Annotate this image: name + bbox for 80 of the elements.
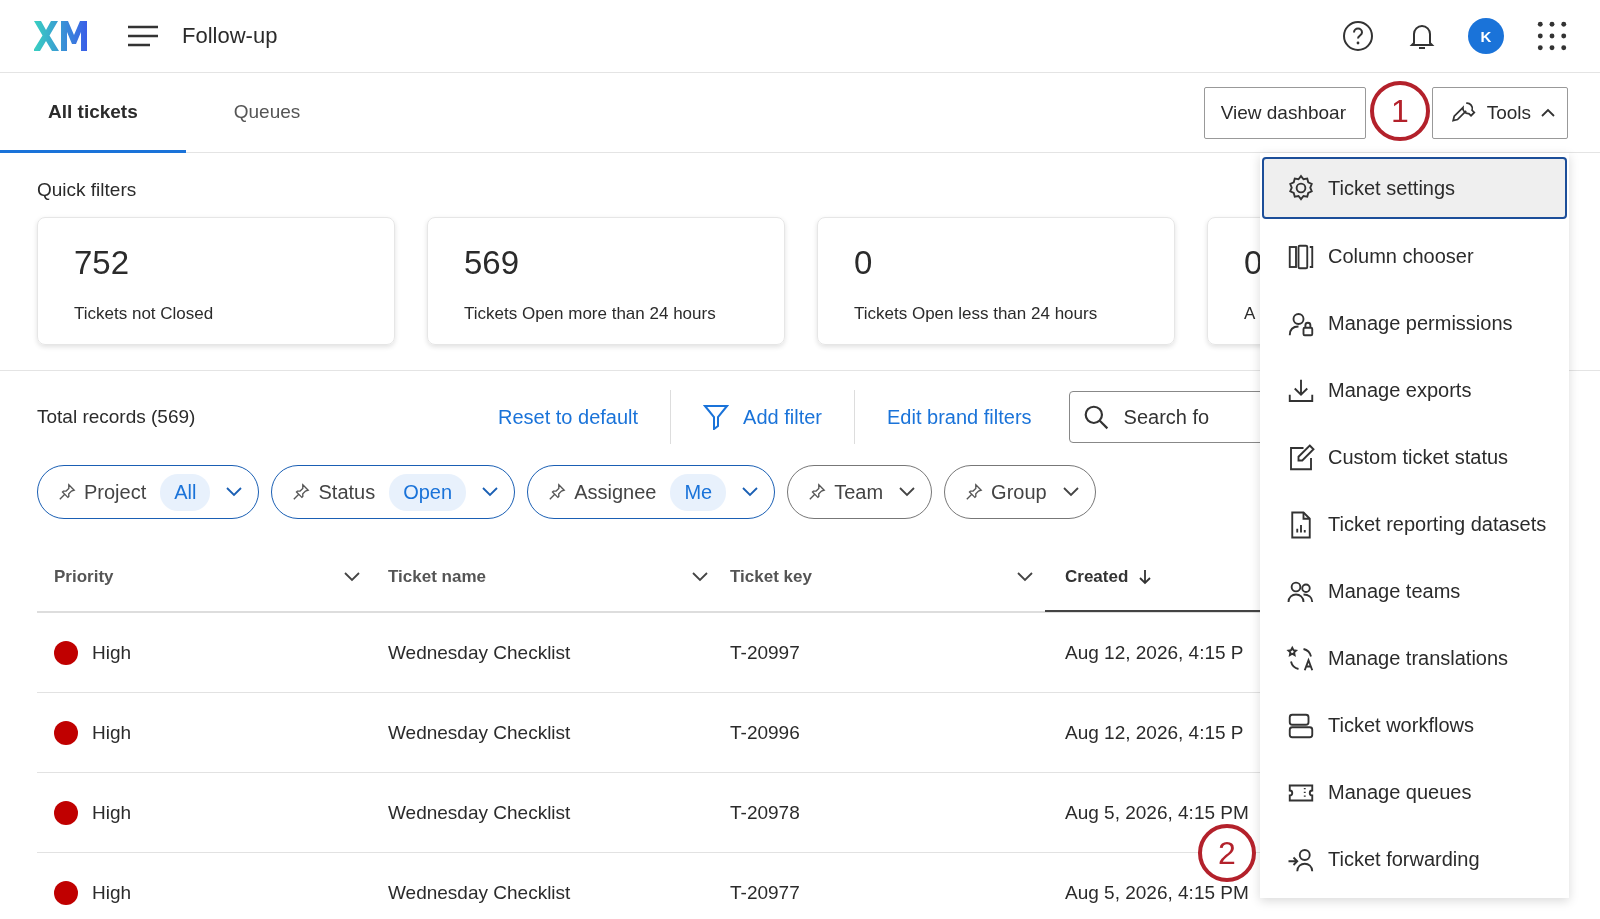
card-count: 0 xyxy=(854,244,873,282)
help-icon[interactable] xyxy=(1342,20,1374,52)
table-cell: Aug 12, 2026, 4:15 P xyxy=(1065,721,1244,744)
tab[interactable]: All tickets xyxy=(0,73,186,153)
table-cell: T-20996 xyxy=(730,721,800,744)
filter-value: Open xyxy=(389,473,467,511)
pin-icon xyxy=(548,483,567,501)
step-marker: 2 xyxy=(1198,824,1256,882)
apps-grid-icon[interactable] xyxy=(1536,20,1568,52)
tools-button[interactable]: Tools xyxy=(1431,86,1568,139)
filter-card[interactable]: 569 Tickets Open more than 24 hours xyxy=(427,217,785,345)
pin-icon xyxy=(965,483,984,501)
table-cell: Wednesday Checklist xyxy=(388,721,571,744)
filter-chip[interactable]: Team xyxy=(787,465,933,519)
tab[interactable]: Queues xyxy=(185,73,349,153)
chevron-icon xyxy=(482,487,499,497)
chevron-icon xyxy=(1017,572,1033,582)
menu-item[interactable]: Ticket workflows xyxy=(1262,692,1567,759)
filter-chip[interactable]: Assignee Me xyxy=(527,465,776,519)
chevron-icon xyxy=(1062,487,1079,497)
table-cell: T-20997 xyxy=(730,641,800,664)
table-cell: Aug 12, 2026, 4:15 P xyxy=(1065,641,1244,664)
view-dashboard-button[interactable]: View dashboar xyxy=(1203,86,1366,139)
menu-item[interactable]: Ticket settings xyxy=(1262,157,1567,219)
table-cell: Aug 5, 2026, 4:15 PM xyxy=(1065,801,1249,824)
logo-icon xyxy=(34,21,90,51)
section-title: Quick filters xyxy=(37,179,137,201)
pin-icon xyxy=(58,483,76,501)
settings-icon xyxy=(1286,173,1316,203)
filter-card[interactable]: 0 Tickets Open less than 24 hours xyxy=(817,217,1175,345)
chevron-icon xyxy=(742,487,759,497)
table-cell: Wednesday Checklist xyxy=(388,881,571,904)
pin-icon xyxy=(808,483,827,501)
filter-chip[interactable]: Group xyxy=(944,465,1096,519)
table-cell: High xyxy=(92,801,132,824)
column-header[interactable]: Ticket name xyxy=(372,543,720,611)
filter-card[interactable]: 752 Tickets not Closed xyxy=(37,217,395,345)
menu-icon[interactable] xyxy=(128,25,158,47)
table-cell: High xyxy=(92,881,132,904)
card-label: Tickets Open less than 24 hours xyxy=(854,304,1098,324)
card-count: 752 xyxy=(74,244,130,282)
add-filter-link[interactable]: Add filter xyxy=(703,404,823,430)
total-records: Total records (569) xyxy=(37,406,197,428)
table-cell: Wednesday Checklist xyxy=(388,641,571,664)
menu-item[interactable]: Manage translations xyxy=(1262,625,1567,692)
edit-brand-filters-link[interactable]: Edit brand filters xyxy=(887,405,1032,429)
menu-item[interactable]: Manage permissions xyxy=(1262,290,1567,357)
table-cell: T-20978 xyxy=(730,801,800,824)
filter-icon xyxy=(703,404,730,430)
menu-item[interactable]: Column chooser xyxy=(1262,223,1567,290)
chevron-icon xyxy=(344,572,360,582)
chevron-icon xyxy=(692,572,708,582)
table-cell: High xyxy=(92,721,132,744)
column-header[interactable]: Ticket key xyxy=(720,543,1045,611)
filter-value: All xyxy=(160,473,211,511)
search-icon xyxy=(1082,404,1109,430)
caret-icon xyxy=(1541,108,1555,117)
filter-chip[interactable]: Status Open xyxy=(271,465,516,519)
reset-link[interactable]: Reset to default xyxy=(498,405,639,429)
card-count: 569 xyxy=(464,244,520,282)
pin-icon xyxy=(292,483,311,501)
table-cell: T-20977 xyxy=(730,881,800,904)
sort-down-icon xyxy=(1138,569,1153,585)
card-label: Tickets Open more than 24 hours xyxy=(464,304,716,324)
column-header[interactable]: Priority xyxy=(37,543,372,611)
step-marker: 1 xyxy=(1370,81,1430,141)
page-title: Follow-up xyxy=(182,23,278,49)
menu-item[interactable]: Manage queues xyxy=(1262,759,1567,826)
avatar[interactable]: K xyxy=(1468,18,1504,54)
filter-chip[interactable]: Project All xyxy=(37,465,260,519)
table-cell: High xyxy=(92,641,132,664)
menu-item[interactable]: Ticket forwarding xyxy=(1262,826,1567,893)
translate-icon xyxy=(1286,643,1316,674)
card-label: A xyxy=(1244,304,1256,324)
chevron-icon xyxy=(899,487,916,497)
card-label: Tickets not Closed xyxy=(74,304,214,324)
table-cell: Aug 5, 2026, 4:15 PM xyxy=(1065,881,1249,904)
chevron-icon xyxy=(226,487,243,497)
table-cell: Wednesday Checklist xyxy=(388,801,571,824)
filter-value: Me xyxy=(670,473,727,511)
